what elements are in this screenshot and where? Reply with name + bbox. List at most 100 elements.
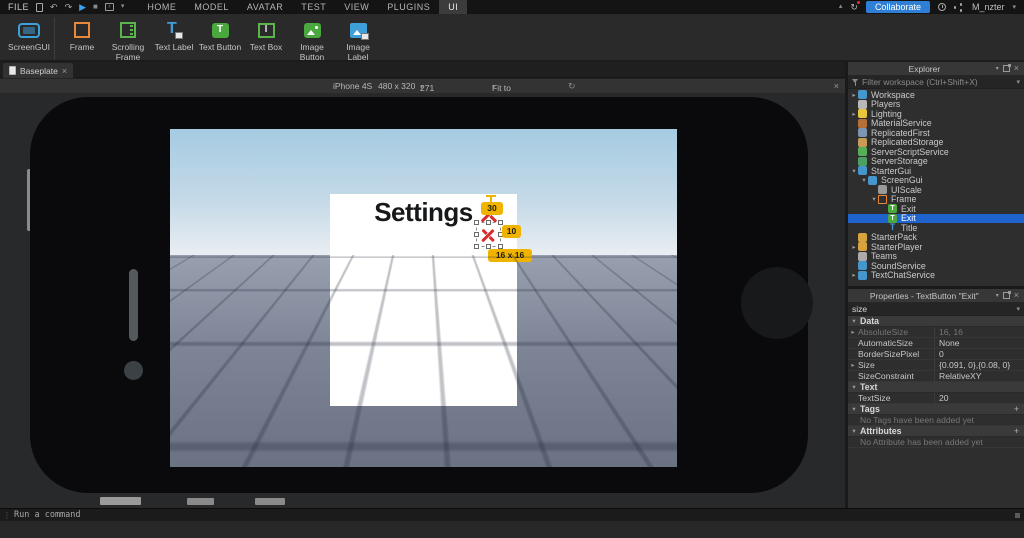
tool-frame[interactable]: Frame bbox=[59, 17, 105, 53]
settings-frame[interactable]: Settings 30 bbox=[330, 194, 517, 406]
history-icon[interactable] bbox=[938, 3, 946, 11]
tree-item-startergui[interactable]: ▾StarterGui bbox=[848, 166, 1024, 176]
tree-item-players[interactable]: Players bbox=[848, 100, 1024, 110]
prop-bordersizepixel[interactable]: BorderSizePixel0 bbox=[848, 349, 1024, 360]
tree-item-teams[interactable]: Teams bbox=[848, 252, 1024, 262]
tab-view[interactable]: VIEW bbox=[335, 0, 378, 14]
tab-avatar[interactable]: AVATAR bbox=[238, 0, 292, 14]
tool-image-button[interactable]: Image Button bbox=[289, 17, 335, 62]
file-menu[interactable]: FILE bbox=[8, 2, 29, 12]
tree-item-exit-2-selected[interactable]: TExit bbox=[848, 214, 1024, 224]
prop-textsize[interactable]: TextSize20 bbox=[848, 393, 1024, 404]
tool-scrolling-frame[interactable]: Scrolling Frame bbox=[105, 17, 151, 62]
close-icon[interactable]: × bbox=[1014, 64, 1019, 73]
popout-icon[interactable] bbox=[1003, 65, 1010, 72]
redo-icon[interactable]: ↷ bbox=[65, 2, 73, 12]
share-icon[interactable] bbox=[954, 3, 964, 11]
tool-screengui[interactable]: ScreenGUI bbox=[6, 17, 52, 53]
tree-item-workspace[interactable]: ▸Workspace bbox=[848, 90, 1024, 100]
properties-filter-input[interactable] bbox=[852, 304, 1013, 314]
tool-image-label[interactable]: Image Label bbox=[335, 17, 381, 62]
tab-close-icon[interactable]: × bbox=[62, 66, 67, 76]
tree-item-serverscriptservice[interactable]: ServerScriptService bbox=[848, 147, 1024, 157]
tree-item-materialservice[interactable]: MaterialService bbox=[848, 119, 1024, 129]
selection-handle[interactable] bbox=[498, 220, 503, 225]
stop-icon[interactable]: ■ bbox=[93, 2, 98, 12]
tree-item-screengui[interactable]: ▾ScreenGui bbox=[848, 176, 1024, 186]
tree-item-exit-1[interactable]: TExit bbox=[848, 204, 1024, 214]
user-menu-caret-icon[interactable]: ▾ bbox=[1012, 3, 1016, 11]
collaborate-button[interactable]: Collaborate bbox=[866, 1, 930, 13]
tree-item-frame[interactable]: ▾Frame bbox=[848, 195, 1024, 205]
tree-item-starterplayer[interactable]: ▸StarterPlayer bbox=[848, 242, 1024, 252]
device-name[interactable]: iPhone 4S bbox=[333, 81, 372, 91]
tree-item-serverstorage[interactable]: ServerStorage bbox=[848, 157, 1024, 167]
tree-item-replicatedfirst[interactable]: ReplicatedFirst bbox=[848, 128, 1024, 138]
tree-item-title[interactable]: TTitle bbox=[848, 223, 1024, 233]
category-text[interactable]: ▾Text bbox=[848, 382, 1024, 393]
add-tag-button[interactable]: + bbox=[1014, 404, 1024, 414]
prop-size[interactable]: ▸Size{0.091, 0},{0.08, 0} bbox=[848, 360, 1024, 371]
tab-ui[interactable]: UI bbox=[439, 0, 467, 14]
3d-viewport[interactable]: Settings 30 bbox=[0, 93, 845, 508]
prop-automaticsize[interactable]: AutomaticSizeNone bbox=[848, 338, 1024, 349]
tree-item-uiscale[interactable]: UIScale bbox=[848, 185, 1024, 195]
grip-icon: ⋮ bbox=[0, 511, 14, 520]
command-bar[interactable]: ⋮ Run a command bbox=[0, 508, 1024, 521]
selection-handle[interactable] bbox=[474, 244, 479, 249]
play-icon[interactable]: ▶ bbox=[79, 2, 86, 12]
sound-service-icon bbox=[858, 261, 867, 270]
properties-filter-row: ▾ bbox=[848, 303, 1024, 316]
selection-handle[interactable] bbox=[474, 220, 479, 225]
chevron-down-icon[interactable]: ▾ bbox=[1016, 305, 1020, 313]
offset-top-badge: 30 bbox=[481, 202, 503, 215]
prop-sizeconstraint[interactable]: SizeConstraintRelativeXY bbox=[848, 371, 1024, 382]
add-attribute-button[interactable]: + bbox=[1014, 426, 1024, 436]
category-attributes[interactable]: ▾Attributes+ bbox=[848, 426, 1024, 437]
exit-button-selected[interactable] bbox=[477, 223, 500, 246]
selection-handle[interactable] bbox=[486, 220, 491, 225]
doc-tab-baseplate[interactable]: Baseplate × bbox=[3, 63, 73, 78]
insert-icon[interactable]: › bbox=[105, 3, 114, 11]
popout-icon[interactable] bbox=[1003, 292, 1010, 299]
starter-pack-icon bbox=[858, 233, 867, 242]
chevron-down-icon[interactable]: ▾ bbox=[1016, 78, 1020, 86]
players-icon bbox=[858, 100, 867, 109]
tree-item-replicatedstorage[interactable]: ReplicatedStorage bbox=[848, 138, 1024, 148]
tree-item-starterpack[interactable]: StarterPack bbox=[848, 233, 1024, 243]
ribbon-divider bbox=[54, 18, 55, 60]
properties-header: Properties - TextButton "Exit" ▾ × bbox=[848, 289, 1024, 303]
tree-item-soundservice[interactable]: SoundService bbox=[848, 261, 1024, 271]
explorer-filter-input[interactable] bbox=[862, 77, 1013, 87]
tool-text-label[interactable]: Text Label bbox=[151, 17, 197, 53]
tree-item-lighting[interactable]: ▸Lighting bbox=[848, 109, 1024, 119]
tab-home[interactable]: HOME bbox=[138, 0, 185, 14]
tab-model[interactable]: MODEL bbox=[185, 0, 238, 14]
tool-text-box[interactable]: Text Box bbox=[243, 17, 289, 53]
close-icon[interactable]: × bbox=[1014, 291, 1019, 300]
tab-plugins[interactable]: PLUGINS bbox=[378, 0, 439, 14]
selection-handle[interactable] bbox=[474, 232, 479, 237]
uiscale-icon bbox=[878, 185, 887, 194]
emulated-screen[interactable]: Settings 30 bbox=[170, 129, 677, 467]
tab-test[interactable]: TEST bbox=[292, 0, 335, 14]
text-button-icon bbox=[212, 23, 229, 38]
category-data[interactable]: ▾Data bbox=[848, 316, 1024, 327]
new-file-icon[interactable] bbox=[36, 3, 43, 12]
image-button-icon bbox=[304, 23, 321, 38]
chevron-down-icon[interactable]: ▾ bbox=[996, 65, 999, 72]
tool-text-button[interactable]: Text Button bbox=[197, 17, 243, 53]
emulator-close-icon[interactable]: × bbox=[834, 81, 839, 91]
collapse-ribbon-icon[interactable]: ▴ bbox=[839, 2, 843, 12]
expand-icon: ▸ bbox=[850, 110, 858, 118]
tree-item-textchatservice[interactable]: ▸TextChatService bbox=[848, 271, 1024, 281]
undo-icon[interactable]: ↶ bbox=[50, 2, 58, 12]
chevron-down-icon[interactable]: ▾ bbox=[996, 292, 999, 299]
username[interactable]: M_nzter bbox=[972, 2, 1005, 12]
category-tags[interactable]: ▾Tags+ bbox=[848, 404, 1024, 415]
starter-player-icon bbox=[858, 242, 867, 251]
quickbar-more-icon[interactable]: ▾ bbox=[121, 2, 125, 12]
sync-icon[interactable]: ↻ bbox=[850, 2, 858, 12]
rotate-device-icon[interactable]: ↻ bbox=[568, 81, 576, 91]
command-input-placeholder[interactable]: Run a command bbox=[14, 510, 81, 520]
